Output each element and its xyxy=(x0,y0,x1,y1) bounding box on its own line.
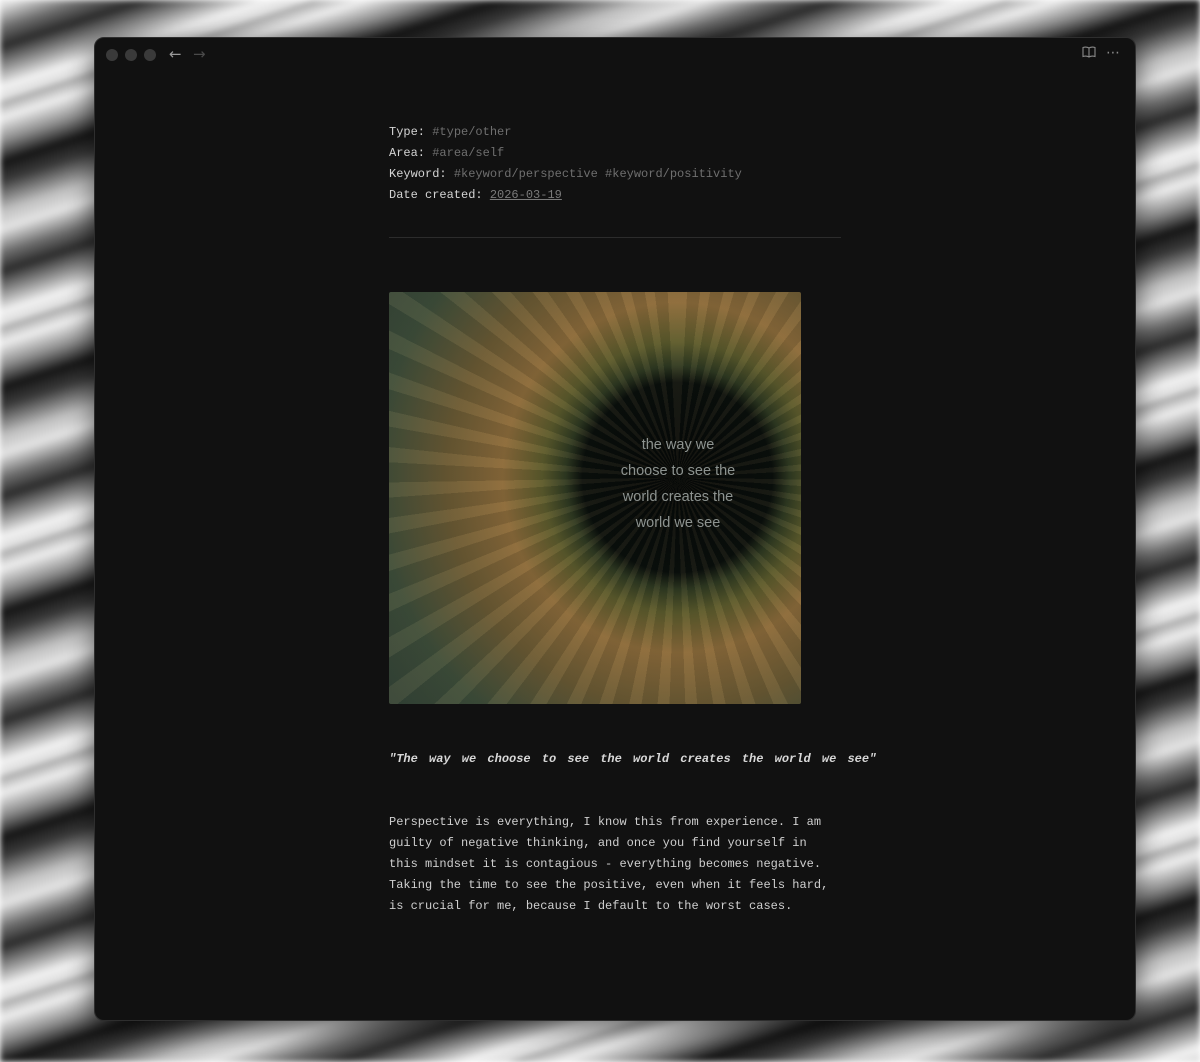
close-window-button[interactable] xyxy=(106,49,118,61)
property-label: Date created: xyxy=(389,188,483,202)
property-keyword: Keyword: #keyword/perspective #keyword/p… xyxy=(389,164,841,185)
titlebar: ← → ⋯ xyxy=(95,38,1135,72)
image-text-line: world we see xyxy=(635,515,721,531)
property-type: Type: #type/other xyxy=(389,122,841,143)
note-content: Type: #type/other Area: #area/self Keywo… xyxy=(389,122,877,917)
property-label: Keyword: xyxy=(389,167,447,181)
quote-text: "The way we choose to see the world crea… xyxy=(389,752,877,766)
body-paragraph: Perspective is everything, I know this f… xyxy=(389,815,829,913)
more-options-icon[interactable]: ⋯ xyxy=(1106,43,1120,63)
property-area: Area: #area/self xyxy=(389,143,841,164)
forward-arrow-icon[interactable]: → xyxy=(193,44,206,64)
minimize-window-button[interactable] xyxy=(125,49,137,61)
image-text-line: world creates the xyxy=(622,489,734,505)
book-icon[interactable] xyxy=(1082,44,1096,64)
image-text-line: choose to see the xyxy=(620,463,736,479)
area-tag[interactable]: #area/self xyxy=(432,146,504,160)
property-label: Type: xyxy=(389,125,426,139)
property-date-created: Date created: 2026-03-19 xyxy=(389,185,841,206)
keyword-tags[interactable]: #keyword/perspective #keyword/positivity xyxy=(454,167,742,181)
maximize-window-button[interactable] xyxy=(144,49,156,61)
image-caption: the way we choose to see the world creat… xyxy=(585,432,771,536)
date-link[interactable]: 2026-03-19 xyxy=(490,188,562,202)
property-label: Area: xyxy=(389,146,426,160)
eye-image: the way we choose to see the world creat… xyxy=(389,292,801,704)
type-tag[interactable]: #type/other xyxy=(432,125,511,139)
divider xyxy=(389,237,841,238)
image-text-line: the way we xyxy=(641,437,715,453)
back-arrow-icon[interactable]: ← xyxy=(169,44,182,64)
note-window: ← → ⋯ Type: #type/other Area: #area/self… xyxy=(94,37,1136,1021)
